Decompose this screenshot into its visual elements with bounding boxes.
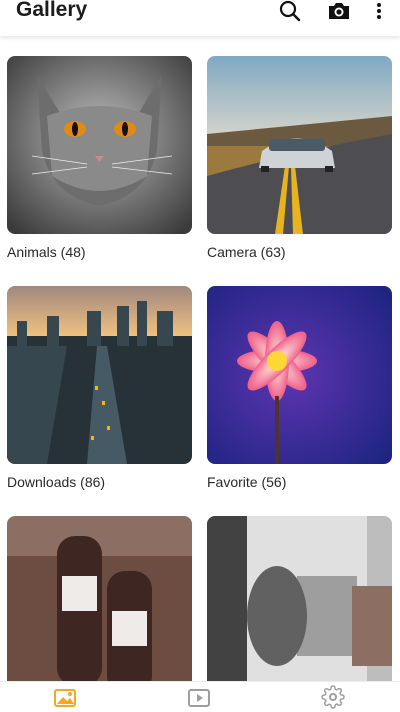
album-thumbnail [207, 516, 392, 681]
camera-icon[interactable] [326, 0, 352, 22]
album-label: Animals (48) [7, 244, 86, 260]
album-grid: Animals (48) Camera (63) Downloads (86) … [0, 36, 400, 681]
album-camera[interactable]: Camera (63) [207, 56, 393, 260]
album-label: Camera (63) [207, 244, 286, 260]
app-bar: Gallery [0, 0, 400, 36]
album-item[interactable] [7, 516, 193, 681]
bottom-navigation [0, 681, 400, 712]
album-thumbnail [207, 56, 392, 234]
album-animals[interactable]: Animals (48) [7, 56, 193, 260]
album-thumbnail [7, 286, 192, 464]
album-label: Favorite (56) [207, 474, 287, 490]
album-thumbnail [7, 516, 192, 681]
album-thumbnail [207, 286, 392, 464]
photos-icon[interactable] [0, 682, 133, 712]
videos-icon[interactable] [133, 682, 266, 712]
album-thumbnail [7, 56, 192, 234]
settings-icon[interactable] [266, 682, 399, 712]
album-downloads[interactable]: Downloads (86) [7, 286, 193, 490]
album-item[interactable] [207, 516, 393, 681]
more-vert-icon[interactable] [366, 0, 392, 22]
search-icon[interactable] [277, 0, 303, 22]
page-title: Gallery [16, 0, 88, 21]
album-favorite[interactable]: Favorite (56) [207, 286, 393, 490]
album-label: Downloads (86) [7, 474, 106, 490]
